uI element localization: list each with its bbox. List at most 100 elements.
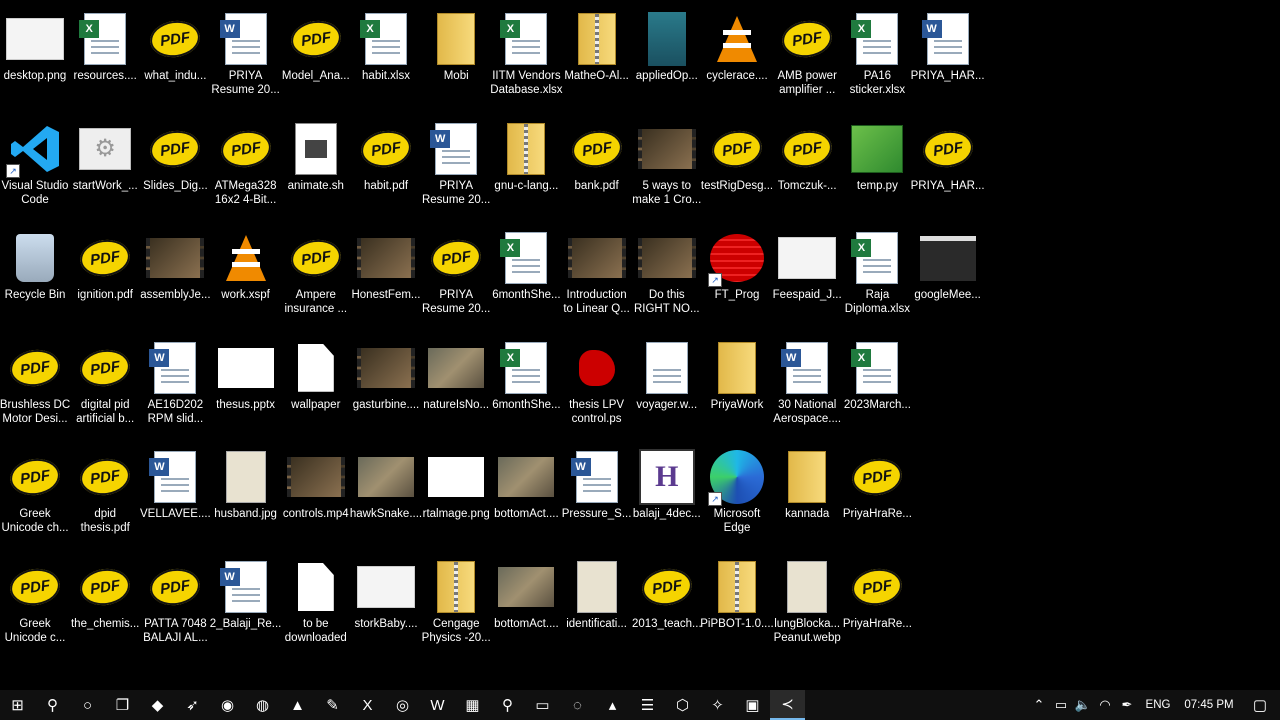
desktop-icon[interactable]: X 2023March... (842, 333, 912, 441)
desktop-icon[interactable]: PDF Greek Unicode ch... (0, 442, 70, 550)
desktop-icon[interactable]: X 6monthShe... (491, 223, 561, 331)
desktop-icon[interactable]: X 6monthShe... (491, 333, 561, 441)
volume-icon[interactable]: 🔈 (1072, 690, 1094, 720)
chrome-icon[interactable]: ◌ (560, 690, 595, 720)
desktop-icon[interactable]: PDF PRIYA Resume 20... (421, 223, 491, 331)
desktop-icon[interactable]: PDF ignition.pdf (70, 223, 140, 331)
calendar-icon[interactable]: ▦ (455, 690, 490, 720)
desktop-icon[interactable]: thesis LPV control.ps (562, 333, 632, 441)
desktop-icon[interactable]: ↗ FT_Prog (702, 223, 772, 331)
desktop-icon[interactable]: temp.py (842, 114, 912, 222)
vlc-icon[interactable]: ▲ (280, 690, 315, 720)
desktop-icon[interactable]: PDF Tomczuk-... (772, 114, 842, 222)
desktop-icon[interactable]: PDF Brushless DC Motor Desi... (0, 333, 70, 441)
desktop-icon[interactable]: PDF the_chemis... (70, 552, 140, 660)
desktop-icon[interactable]: PDF Model_Ana... (281, 4, 351, 112)
desktop-icon[interactable]: W PRIYA Resume 20... (421, 114, 491, 222)
desktop-icon[interactable]: PDF Greek Unicode c... (0, 552, 70, 660)
desktop-icon[interactable]: natureIsNo... (421, 333, 491, 441)
desktop-icon[interactable]: Xhabit.xlsx (351, 4, 421, 112)
desktop-icon[interactable]: to be downloaded (281, 552, 351, 660)
monitor-icon[interactable]: ▭ (525, 690, 560, 720)
desktop-icon[interactable]: PDF PriyaHraRe... (842, 442, 912, 550)
tool-icon[interactable]: ✧ (700, 690, 735, 720)
show-hidden-icons-icon[interactable]: ⌃ (1028, 690, 1050, 720)
clock[interactable]: 07:45 PM (1178, 699, 1240, 711)
desktop-icon[interactable]: X PA16 sticker.xlsx (842, 4, 912, 112)
desktop-icon[interactable]: PDF Ampere insurance ... (281, 223, 351, 331)
desktop-icon[interactable]: identificati... (562, 552, 632, 660)
desktop-icon[interactable]: Hbalaji_4dec... (632, 442, 702, 550)
desktop-icon[interactable]: Mobi (421, 4, 491, 112)
desktop-icon[interactable]: thesus.pptx (211, 333, 281, 441)
desktop-icon[interactable]: Xresources.... (70, 4, 140, 112)
notes-icon[interactable]: ☰ (630, 690, 665, 720)
start-button[interactable]: ⊞ (0, 690, 35, 720)
desktop-icon[interactable]: PDF dpid thesis.pdf (70, 442, 140, 550)
desktop-icon[interactable]: Feespaid_J... (772, 223, 842, 331)
desktop-icon[interactable]: ⚙ startWork_... (70, 114, 140, 222)
excel-icon[interactable]: X (350, 690, 385, 720)
wifi-icon[interactable]: ◠ (1094, 690, 1116, 720)
desktop-icon[interactable]: PDF ATMega328 16x2 4-Bit... (211, 114, 281, 222)
desktop-icon[interactable]: W 30 National Aerospace.... (772, 333, 842, 441)
firefox-icon[interactable]: ◍ (245, 690, 280, 720)
desktop-icon[interactable]: ↗ Visual Studio Code (0, 114, 70, 222)
desktop-icon[interactable]: voyager.w... (632, 333, 702, 441)
desktop-icon[interactable]: animate.sh (281, 114, 351, 222)
desktop-icon[interactable]: lungBlocka... Peanut.webp (772, 552, 842, 660)
desktop-icon[interactable]: bottomAct.... (491, 442, 561, 550)
desktop-icon[interactable]: PDF PATTA 7048 BALAJI AL... (140, 552, 210, 660)
desktop-icon[interactable]: PriyaWork (702, 333, 772, 441)
desktop-icon[interactable]: W Pressure_S... (562, 442, 632, 550)
desktop-icon[interactable]: assemblyJe... (140, 223, 211, 331)
desktop-icon[interactable]: 5 ways to make 1 Cro... (632, 114, 702, 222)
desktop-icon[interactable]: wallpaper (281, 333, 351, 441)
desktop-icon[interactable]: appliedOp... (632, 4, 702, 112)
desktop-icon[interactable]: PDF habit.pdf (351, 114, 421, 222)
cortana-icon[interactable]: ○ (70, 690, 105, 720)
desktop-icon[interactable]: Do this RIGHT NO... (632, 223, 702, 331)
search-icon[interactable]: ⚲ (35, 690, 70, 720)
notepad-icon[interactable]: ✎ (315, 690, 350, 720)
desktop-icon[interactable]: Cengage Physics -20... (421, 552, 491, 660)
cube-icon[interactable]: ⬡ (665, 690, 700, 720)
desktop-icon[interactable]: gasturbine.... (351, 333, 421, 441)
desktop-icon[interactable]: husband.jpg (211, 442, 281, 550)
desktop-icon[interactable]: PiPBOT-1.0.... (700, 552, 774, 660)
language-indicator[interactable]: ENG (1138, 699, 1178, 711)
desktop-icon[interactable]: PDF what_indu... (140, 4, 210, 112)
desktop-icon[interactable]: bottomAct.... (491, 552, 561, 660)
desktop-icon[interactable]: googleMee... (913, 223, 983, 331)
task-view-icon[interactable]: ❐ (105, 690, 140, 720)
desktop-icon[interactable]: rtalmage.png (421, 442, 491, 550)
desktop-icon[interactable]: HonestFem... (351, 223, 421, 331)
battery-icon[interactable]: ▭ (1050, 690, 1072, 720)
desktop-icon[interactable]: PDF digital pid artificial b... (70, 333, 140, 441)
vscode-icon[interactable]: ≺ (770, 690, 805, 720)
edge-icon[interactable]: ◉ (210, 690, 245, 720)
desktop-icon[interactable]: gnu-c-lang... (491, 114, 561, 222)
desktop-icon[interactable]: W AE16D202 RPM slid... (140, 333, 210, 441)
up-arrow-icon[interactable]: ▴ (595, 690, 630, 720)
word-icon[interactable]: W (420, 690, 455, 720)
desktop-icon[interactable]: ↗ Microsoft Edge (702, 442, 772, 550)
desktop-icon[interactable]: hawkSnake.... (350, 442, 422, 550)
desktop-icon[interactable]: storkBaby.... (351, 552, 421, 660)
desktop-icon[interactable]: X IITM Vendors Database.xlsx (490, 4, 563, 112)
desktop-icon[interactable]: W PRIYA_HAR... (911, 4, 985, 112)
desktop-icon[interactable]: PDF 2013_teach... (632, 552, 702, 660)
desktop-icon[interactable]: PDF Slides_Dig... (140, 114, 210, 222)
desktop-icon[interactable]: kannada (772, 442, 842, 550)
app-icon-2[interactable]: ➶ (175, 690, 210, 720)
search-app-icon[interactable]: ⚲ (490, 690, 525, 720)
desktop-icon[interactable]: PDF PRIYA_HAR... (911, 114, 985, 222)
notification-icon[interactable]: ▢ (1240, 690, 1280, 720)
desktop-icon[interactable]: W 2_Balaji_Re... (210, 552, 281, 660)
desktop-icon[interactable]: desktop.png (0, 4, 70, 112)
desktop-icon[interactable]: controls.mp4 (281, 442, 351, 550)
desktop-icon[interactable]: W PRIYA Resume 20... (211, 4, 281, 112)
pen-icon[interactable]: ✒ (1116, 690, 1138, 720)
desktop-icon[interactable]: PDF testRigDesg... (701, 114, 773, 222)
desktop-icon[interactable]: work.xspf (211, 223, 281, 331)
